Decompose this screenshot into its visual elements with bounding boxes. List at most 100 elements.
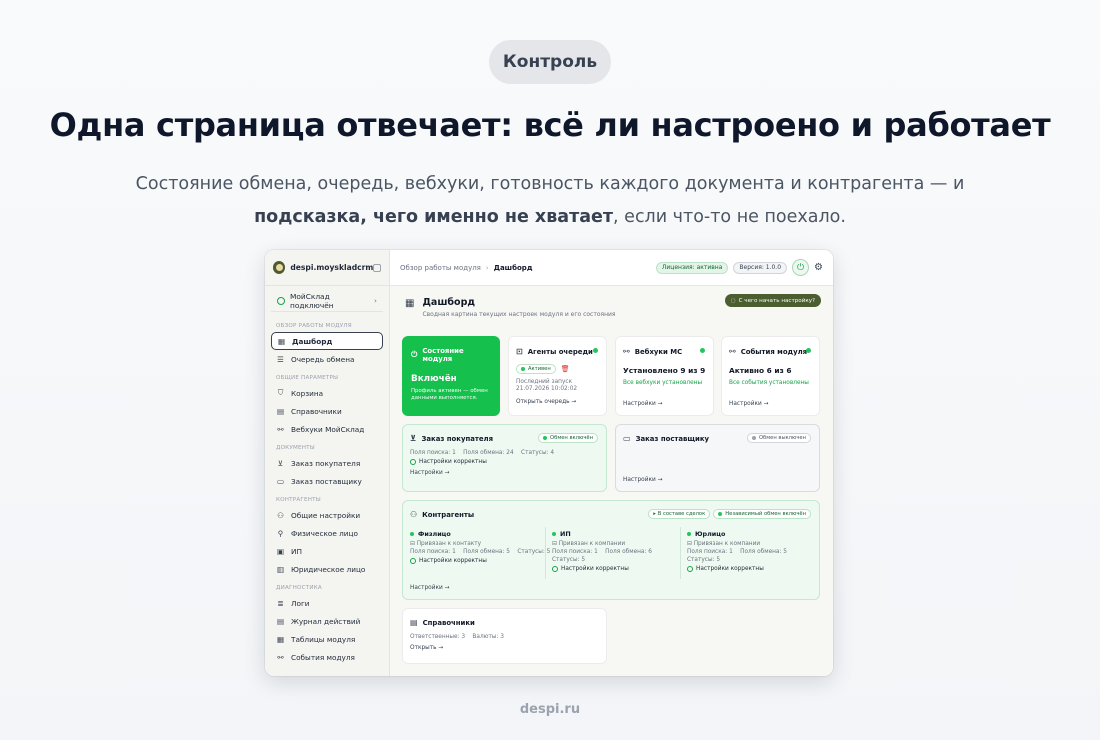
events-card: ⚯ События модуля Активно 6 из 6 Все событ… bbox=[721, 336, 820, 416]
book-icon: ▤ bbox=[410, 618, 418, 627]
supplier-order-settings-link[interactable]: Настройки → bbox=[623, 477, 662, 483]
breadcrumb-current: Дашборд bbox=[493, 263, 533, 272]
status-dot bbox=[593, 348, 598, 353]
contractor-column-legal: Юрлицо ⊟ Привязан к компании Поля поиска… bbox=[687, 530, 787, 572]
check-circle-icon bbox=[410, 558, 416, 564]
directories-open-link[interactable]: Открыть → bbox=[410, 645, 599, 651]
table-icon: ▦ bbox=[276, 634, 285, 644]
brand-logo-icon bbox=[273, 261, 286, 274]
users-icon: ⚇ bbox=[277, 510, 284, 520]
customer-order-settings-link[interactable]: Настройки → bbox=[410, 470, 599, 476]
sidebar-item-supplier-order[interactable]: ▭ Заказ поставщику bbox=[265, 472, 389, 490]
webhook-icon: ⚯ bbox=[277, 424, 284, 434]
brand-name: despi.moyskladcrm bbox=[290, 263, 374, 272]
events-icon: ⚯ bbox=[729, 347, 736, 356]
webhooks-card: ⚯ Вебхуки МС Установлено 9 из 9 Все вебху… bbox=[615, 336, 714, 416]
sidebar-section-title: ОБЩИЕ ПАРАМЕТРЫ bbox=[276, 375, 339, 381]
power-button[interactable]: ⏻ bbox=[792, 259, 810, 276]
sidebar-section-title: ОБЗОР РАБОТЫ МОДУЛЯ bbox=[276, 323, 352, 329]
sidebar-item-ip[interactable]: ▣ ИП bbox=[265, 542, 389, 560]
check-circle-icon bbox=[687, 566, 693, 572]
sidebar-section-title: ДОКУМЕНТЫ bbox=[276, 445, 315, 451]
help-button[interactable]: ◌ С чего начать настройку? bbox=[724, 294, 821, 307]
sidebar-item-journal[interactable]: ▤ Журнал действий bbox=[265, 612, 389, 630]
queue-agents-card: ⊡ Агенты очереди Активен 🗑 Последний запу… bbox=[508, 336, 607, 416]
cart-icon: ⊻ bbox=[277, 458, 284, 468]
basket-icon: ⛉ bbox=[277, 388, 284, 397]
agents-last-run: Последний запуск 21.07.2026 10:02:02 bbox=[516, 379, 578, 392]
user-icon: ⚲ bbox=[277, 528, 284, 538]
gear-icon[interactable]: ⚙ bbox=[814, 262, 823, 273]
journal-icon: ▤ bbox=[276, 616, 285, 626]
open-queue-link[interactable]: Открыть очередь → bbox=[516, 399, 599, 405]
check-circle-icon bbox=[410, 459, 416, 465]
module-status-card[interactable]: ⏻ Состояние модуля Включён Профиль активе… bbox=[402, 336, 500, 416]
link-icon: ⊟ bbox=[410, 541, 417, 547]
topbar-actions: Лицензия: активна Версия: 1.0.0 ⏻ ⚙ bbox=[655, 259, 823, 276]
sidebar-item-logs[interactable]: ≣ Логи bbox=[265, 594, 389, 612]
agents-status-badge: Активен bbox=[516, 364, 556, 374]
sidebar-item-customer-order[interactable]: ⊻ Заказ покупателя bbox=[265, 454, 389, 472]
customer-order-stats: Поля поиска: 1 Поля обмена: 24 Статусы: … bbox=[410, 450, 555, 456]
building-icon: ▥ bbox=[276, 564, 285, 574]
app-screenshot: despi.moyskladcrm МойСклад подключён › О… bbox=[265, 250, 833, 676]
sidebar-item-general-settings[interactable]: ⚇ Общие настройки bbox=[265, 506, 389, 524]
contractors-card: ⚇ Контрагенты ▸ В составе сделок Независим… bbox=[402, 500, 820, 600]
play-icon: ▸ bbox=[653, 511, 656, 517]
page-header: ▦ Дашборд Сводная картина текущих настро… bbox=[405, 297, 616, 318]
section-pill: Контроль bbox=[489, 40, 611, 84]
sidebar-item-queue[interactable]: ☰ Очередь обмена bbox=[265, 350, 389, 368]
contractors-settings-link[interactable]: Настройки → bbox=[410, 585, 449, 591]
breadcrumb-separator-icon: › bbox=[485, 263, 489, 272]
footer-domain[interactable]: despi.ru bbox=[0, 702, 1100, 717]
webhooks-note: Все вебхуки установлены bbox=[623, 380, 703, 386]
trash-icon[interactable]: 🗑 bbox=[561, 365, 570, 373]
sidebar-section-title: КОНТРАГЕНТЫ bbox=[276, 497, 321, 503]
events-settings-link[interactable]: Настройки → bbox=[729, 401, 768, 407]
directories-card: ▤ Справочники Ответственные: 3 Валюты: 3 … bbox=[402, 608, 607, 664]
webhooks-value: Установлено 9 из 9 bbox=[623, 366, 706, 375]
sidebar: despi.moyskladcrm МойСклад подключён › О… bbox=[265, 250, 390, 676]
sidebar-item-dashboard[interactable]: ▦ Дашборд bbox=[271, 332, 383, 350]
sidebar-item-basket[interactable]: ⛉ Корзина bbox=[265, 384, 389, 402]
exchange-off-badge: Обмен выключен bbox=[746, 433, 811, 443]
robot-icon: ⊡ bbox=[516, 347, 523, 356]
contractor-column-ip: ИП ⊟ Привязан к компании Поля поиска: 1 … bbox=[552, 530, 652, 572]
page-subtitle: Сводная картина текущих настроек модуля … bbox=[422, 311, 616, 318]
sidebar-item-individual[interactable]: ⚲ Физическое лицо bbox=[265, 524, 389, 542]
help-circle-icon: ◌ bbox=[730, 297, 736, 304]
events-note: Все события установлены bbox=[729, 380, 809, 386]
breadcrumb-parent[interactable]: Обзор работы модуля bbox=[400, 264, 481, 272]
sidebar-item-legal-entity[interactable]: ▥ Юридическое лицо bbox=[265, 560, 389, 578]
connection-status[interactable]: МойСклад подключён › bbox=[271, 290, 383, 312]
in-deals-badge: ▸ В составе сделок bbox=[648, 509, 711, 519]
headline: Одна страница отвечает: всё ли настроено… bbox=[49, 106, 1051, 144]
truck-icon: ▭ bbox=[623, 434, 631, 443]
chevron-right-icon: › bbox=[374, 296, 377, 305]
module-status-note: Профиль активен — обмен данными выполняе… bbox=[411, 388, 488, 401]
events-value: Активно 6 из 6 bbox=[729, 366, 792, 375]
dashboard-icon: ▦ bbox=[277, 336, 286, 346]
sidebar-item-tables[interactable]: ▦ Таблицы модуля bbox=[265, 630, 389, 648]
truck-icon: ▭ bbox=[276, 476, 285, 486]
status-dot bbox=[806, 348, 811, 353]
queue-icon: ☰ bbox=[277, 354, 284, 364]
users-icon: ⚇ bbox=[410, 510, 418, 519]
sidebar-item-events[interactable]: ⚯ События модуля bbox=[265, 648, 389, 666]
webhooks-settings-link[interactable]: Настройки → bbox=[623, 401, 662, 407]
contractor-column-individual: Физлицо ⊟ Привязан к контакту Поля поиск… bbox=[410, 530, 551, 564]
supplier-order-card: ▭ Заказ поставщику Обмен выключен Настрой… bbox=[615, 424, 820, 492]
independent-exchange-badge: Независимый обмен включён bbox=[713, 509, 811, 519]
sidebar-item-webhooks[interactable]: ⚯ Вебхуки МойСклад bbox=[265, 420, 389, 438]
version-badge: Версия: 1.0.0 bbox=[733, 261, 788, 274]
main-area: Обзор работы модуля › Дашборд Лицензия: … bbox=[390, 250, 833, 676]
sidebar-section-title: ДИАГНОСТИКА bbox=[276, 585, 322, 591]
link-icon: ⊟ bbox=[687, 541, 694, 547]
sidebar-toggle-icon[interactable] bbox=[373, 263, 381, 272]
briefcase-icon: ▣ bbox=[276, 546, 285, 556]
check-circle-icon bbox=[277, 296, 285, 305]
topbar: Обзор работы модуля › Дашборд Лицензия: … bbox=[390, 250, 833, 286]
subheadline: Состояние обмена, очередь, вебхуки, гото… bbox=[135, 174, 965, 227]
sidebar-item-directories[interactable]: ▤ Справочники bbox=[265, 402, 389, 420]
link-icon: ⊟ bbox=[552, 541, 559, 547]
